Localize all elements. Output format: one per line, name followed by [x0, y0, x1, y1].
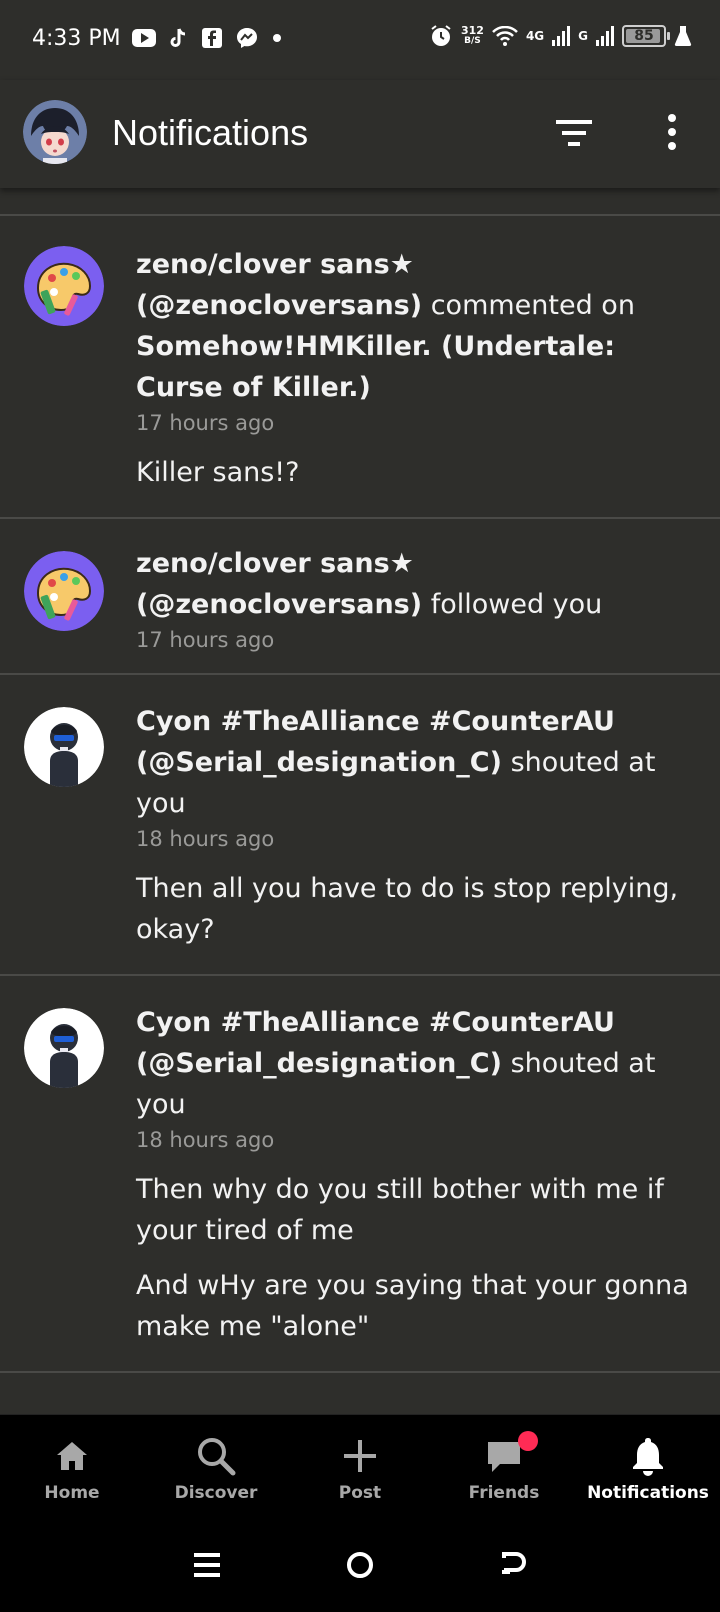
nav-post[interactable]: Post	[288, 1415, 432, 1518]
youtube-icon	[132, 29, 156, 47]
chat-bubble-icon	[488, 1442, 520, 1472]
user-display-name[interactable]: zeno/clover sans★	[136, 249, 414, 280]
user-handle[interactable]: (@zenocloversans)	[136, 290, 422, 321]
nav-notifications-label: Notifications	[587, 1483, 709, 1503]
friends-notification-badge	[518, 1431, 538, 1451]
story-title-link[interactable]: Somehow!HMKiller. (Undertale: Curse of K…	[136, 331, 615, 403]
notification-headline: zeno/clover sans★ (@zenocloversans) comm…	[136, 244, 700, 408]
shout-text: Then all you have to do is stop replying…	[136, 873, 679, 945]
filter-icon	[556, 120, 592, 146]
back-arrow-icon	[502, 1552, 527, 1574]
home-icon	[57, 1442, 87, 1470]
notification-action: followed you	[430, 589, 603, 620]
user-display-name[interactable]: Cyon #TheAlliance #CounterAU	[136, 706, 615, 737]
paint-palette-avatar-icon	[24, 246, 104, 326]
user-handle[interactable]: (@zenocloversans)	[136, 589, 422, 620]
tiktok-icon	[170, 28, 186, 47]
screen: 4:33 PM 312 B/S 4G G 85 Notifications ze…	[0, 0, 720, 1612]
data-rate-value: 312	[460, 24, 484, 37]
page-title: Notifications	[112, 112, 309, 153]
signal-icon-1	[552, 26, 571, 46]
more-options-button[interactable]	[652, 110, 692, 154]
user-display-name[interactable]: zeno/clover sans★	[136, 548, 414, 579]
network-type-1: 4G	[525, 29, 545, 43]
nav-home-label: Home	[44, 1483, 100, 1503]
alarm-icon	[431, 25, 451, 46]
app-header: Notifications	[0, 80, 720, 188]
anime-avatar-image	[23, 100, 87, 164]
hooded-character-avatar-icon	[24, 1008, 104, 1088]
user-avatar[interactable]	[24, 1008, 104, 1088]
nav-friends[interactable]: Friends	[432, 1415, 576, 1518]
plus-icon	[344, 1440, 376, 1472]
messenger-icon	[237, 28, 257, 48]
status-app-icons	[132, 27, 282, 49]
data-rate: 312 B/S	[461, 25, 484, 47]
user-avatar[interactable]	[24, 707, 104, 787]
notification-time: 18 hours ago	[136, 827, 275, 851]
battery-percent: 85	[634, 28, 654, 44]
back-system-button[interactable]	[493, 1545, 533, 1585]
notification-time: 18 hours ago	[136, 1128, 275, 1152]
network-type-2: G	[578, 29, 588, 43]
recent-apps-button[interactable]	[187, 1545, 227, 1585]
home-system-button[interactable]	[340, 1545, 380, 1585]
battery-icon: 85	[622, 25, 670, 47]
notification-item[interactable]: Cyon #TheAlliance #CounterAU (@Serial_de…	[0, 675, 720, 976]
system-navigation-bar	[0, 1518, 720, 1612]
user-avatar[interactable]	[24, 551, 104, 631]
shout-text-paragraph-2: And wHy are you saying that your gonna m…	[136, 1270, 689, 1342]
nav-discover[interactable]: Discover	[144, 1415, 288, 1518]
user-display-name[interactable]: Cyon #TheAlliance #CounterAU	[136, 1007, 615, 1038]
status-bar: 4:33 PM 312 B/S 4G G 85	[0, 0, 720, 80]
status-time: 4:33 PM	[32, 26, 121, 51]
notification-item[interactable]: zeno/clover sans★ (@zenocloversans) comm…	[0, 216, 720, 519]
user-handle[interactable]: (@Serial_designation_C)	[136, 747, 502, 778]
filter-button[interactable]	[552, 112, 596, 156]
notification-list[interactable]: zeno/clover sans★ (@zenocloversans) comm…	[0, 188, 720, 1414]
nav-friends-label: Friends	[468, 1483, 540, 1503]
flask-icon	[674, 26, 692, 46]
signal-icon-2	[596, 26, 614, 46]
nav-notifications[interactable]: Notifications	[576, 1415, 720, 1518]
hooded-character-avatar-icon	[24, 707, 104, 787]
search-icon	[198, 1438, 236, 1476]
status-system-icons: 312 B/S 4G G 85	[429, 24, 692, 48]
data-rate-unit: B/S	[464, 36, 481, 46]
notification-headline: zeno/clover sans★ (@zenocloversans) foll…	[136, 543, 700, 625]
bell-icon	[633, 1438, 663, 1476]
menu-lines-icon	[193, 1553, 220, 1577]
notification-action: commented on	[430, 290, 635, 321]
circle-home-icon	[346, 1552, 373, 1578]
comment-text: Killer sans!?	[136, 457, 300, 488]
notification-time: 17 hours ago	[136, 411, 275, 435]
more-dot-icon	[273, 34, 281, 42]
wifi-icon	[492, 26, 518, 46]
notification-item[interactable]: zeno/clover sans★ (@zenocloversans) foll…	[0, 519, 720, 675]
notification-time: 17 hours ago	[136, 628, 275, 652]
notification-headline: Cyon #TheAlliance #CounterAU (@Serial_de…	[136, 1002, 700, 1125]
paint-palette-avatar-icon	[24, 551, 104, 631]
profile-avatar[interactable]	[23, 100, 87, 164]
nav-home[interactable]: Home	[0, 1415, 144, 1518]
user-avatar[interactable]	[24, 246, 104, 326]
list-top-divider	[0, 188, 720, 216]
shout-text: Then why do you still bother with me if …	[136, 1174, 664, 1246]
notification-item[interactable]: Cyon #TheAlliance #CounterAU (@Serial_de…	[0, 976, 720, 1373]
nav-post-label: Post	[338, 1483, 382, 1503]
bottom-navigation: Home Discover Post Friends Notifications	[0, 1414, 720, 1518]
user-handle[interactable]: (@Serial_designation_C)	[136, 1048, 502, 1079]
facebook-icon	[202, 28, 222, 48]
nav-discover-label: Discover	[174, 1483, 258, 1503]
notification-headline: Cyon #TheAlliance #CounterAU (@Serial_de…	[136, 701, 700, 824]
more-vertical-icon	[668, 114, 676, 150]
